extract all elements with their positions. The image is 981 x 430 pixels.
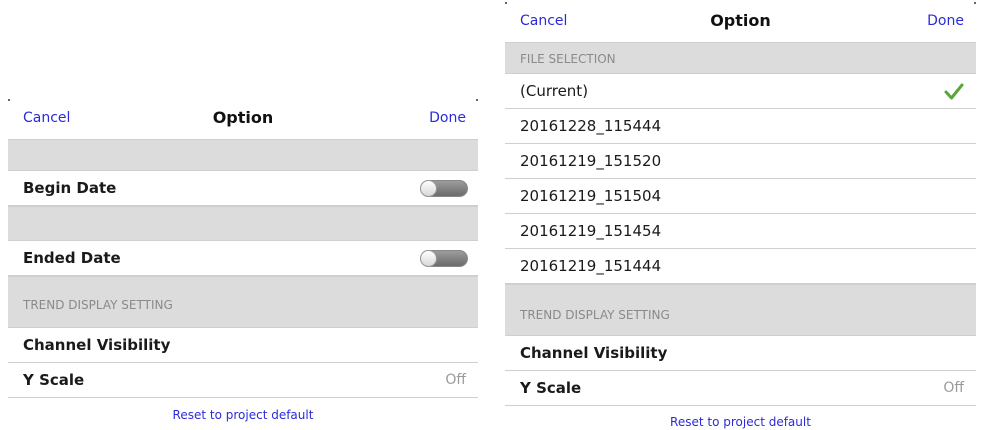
file-name-label: 20161228_115444 [520, 117, 662, 135]
ended-date-toggle[interactable] [420, 250, 468, 267]
file-list-item[interactable]: 20161219_151444 [505, 249, 976, 284]
option-panel-left: Cancel Option Done Begin Date Ended Date… [8, 97, 478, 430]
cancel-button[interactable]: Cancel [520, 0, 567, 42]
done-button[interactable]: Done [927, 0, 964, 42]
option-panel-right: Cancel Option Done FILE SELECTION (Curre… [505, 0, 976, 430]
y-scale-label: Y Scale [23, 371, 85, 389]
navbar: Cancel Option Done [8, 97, 478, 139]
navbar: Cancel Option Done [505, 0, 976, 42]
cancel-button[interactable]: Cancel [23, 97, 70, 139]
y-scale-row[interactable]: Y Scale Off [505, 371, 976, 406]
file-name-label: 20161219_151454 [520, 222, 662, 240]
begin-date-row: Begin Date [8, 171, 478, 206]
channel-visibility-row[interactable]: Channel Visibility [8, 328, 478, 363]
channel-visibility-label: Channel Visibility [23, 336, 171, 354]
file-name-label: 20161219_151504 [520, 187, 662, 205]
toggle-knob [420, 250, 437, 267]
y-scale-label: Y Scale [520, 379, 582, 397]
done-button[interactable]: Done [429, 97, 466, 139]
page-title: Option [212, 108, 274, 127]
section-spacer [8, 139, 478, 171]
ended-date-label: Ended Date [23, 249, 121, 267]
section-header-file-selection: FILE SELECTION [505, 42, 976, 74]
toggle-knob [420, 180, 437, 197]
y-scale-value: Off [445, 372, 466, 388]
begin-date-toggle[interactable] [420, 180, 468, 197]
file-name-label: 20161219_151520 [520, 152, 662, 170]
channel-visibility-label: Channel Visibility [520, 344, 668, 362]
file-list-item[interactable]: 20161219_151454 [505, 214, 976, 249]
channel-visibility-row[interactable]: Channel Visibility [505, 336, 976, 371]
section-header-trend: TREND DISPLAY SETTING [8, 276, 478, 328]
reset-default-link[interactable]: Reset to project default [8, 408, 478, 422]
file-list-item[interactable]: (Current) [505, 74, 976, 109]
section-header-trend: TREND DISPLAY SETTING [505, 284, 976, 336]
checkmark-icon [944, 83, 964, 100]
reset-default-link[interactable]: Reset to project default [505, 415, 976, 429]
file-name-label: (Current) [520, 82, 589, 100]
y-scale-value: Off [943, 380, 964, 396]
file-name-label: 20161219_151444 [520, 257, 662, 275]
ended-date-row: Ended Date [8, 241, 478, 276]
page-title: Option [710, 11, 771, 30]
y-scale-row[interactable]: Y Scale Off [8, 363, 478, 398]
file-list-item[interactable]: 20161228_115444 [505, 109, 976, 144]
file-list-item[interactable]: 20161219_151520 [505, 144, 976, 179]
file-list: (Current) 20161228_115444 20161219_151520 2… [505, 74, 976, 284]
file-list-item[interactable]: 20161219_151504 [505, 179, 976, 214]
section-spacer [8, 206, 478, 241]
begin-date-label: Begin Date [23, 179, 117, 197]
